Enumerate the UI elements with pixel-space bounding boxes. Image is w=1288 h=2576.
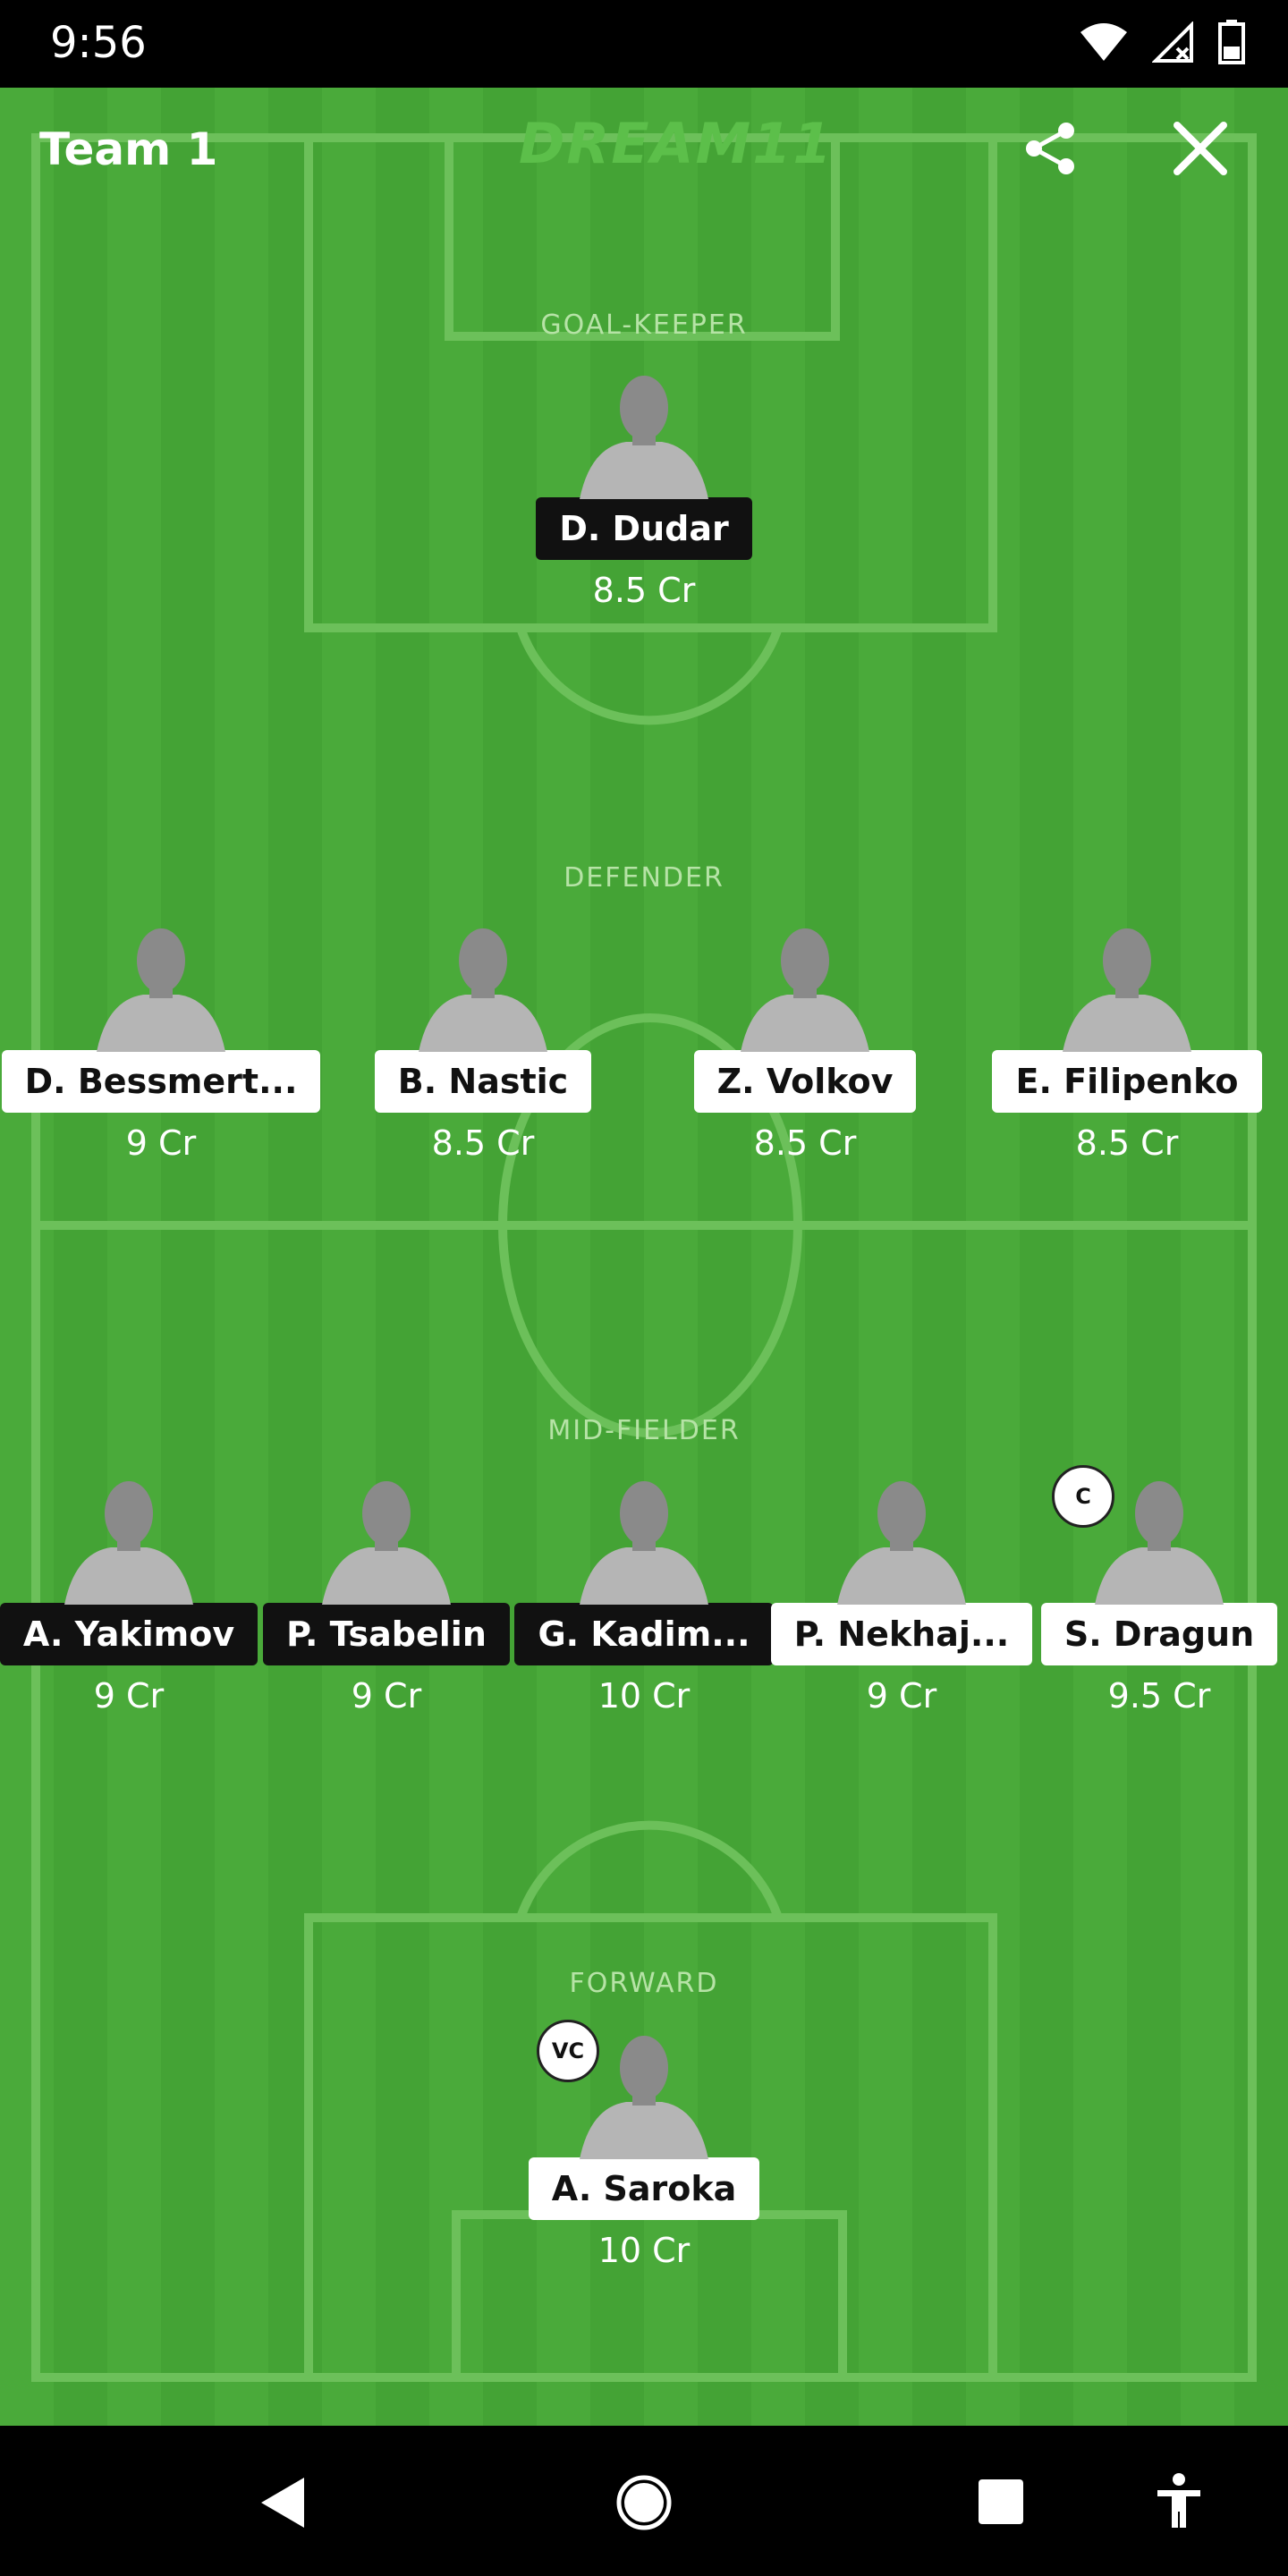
section-defender: DEFENDER: [564, 862, 724, 894]
player-avatar-icon: [837, 1481, 966, 1605]
wifi-icon: [1080, 23, 1127, 61]
player-card[interactable]: D. Bessmert... 9 Cr: [1, 918, 321, 1163]
player-card[interactable]: G. Kadim... 10 Cr: [514, 1470, 774, 1716]
player-credits: 9 Cr: [351, 1676, 422, 1716]
player-credits: 8.5 Cr: [1075, 1123, 1179, 1163]
player-credits: 8.5 Cr: [592, 571, 696, 610]
section-midfielder: MID-FIELDER: [547, 1415, 741, 1446]
player-avatar-icon: [419, 928, 547, 1052]
player-name: S. Dragun: [1040, 1603, 1278, 1665]
status-time: 9:56: [50, 18, 147, 68]
player-avatar-icon: [580, 376, 708, 499]
player-card[interactable]: P. Tsabelin 9 Cr: [263, 1470, 510, 1716]
share-icon[interactable]: [1020, 118, 1080, 179]
no-signal-icon: [1152, 21, 1193, 63]
captain-badge: C: [1052, 1465, 1114, 1528]
player-credits: 9.5 Cr: [1107, 1676, 1211, 1716]
accessibility-icon[interactable]: [1154, 2472, 1204, 2529]
player-avatar-icon: [97, 928, 225, 1052]
player-card[interactable]: Z. Volkov 8.5 Cr: [693, 918, 917, 1163]
home-icon[interactable]: [615, 2474, 673, 2531]
player-avatar-icon: [580, 1481, 708, 1605]
dream11-logo: DREAM11: [519, 111, 834, 176]
player-credits: 8.5 Cr: [753, 1123, 857, 1163]
player-name: A. Saroka: [528, 2157, 760, 2220]
status-bar: 9:56: [0, 0, 1288, 88]
player-card[interactable]: E. Filipenko 8.5 Cr: [992, 918, 1262, 1163]
close-icon[interactable]: [1172, 120, 1229, 177]
battery-icon: [1218, 20, 1245, 64]
player-name: D. Dudar: [536, 497, 752, 560]
player-card[interactable]: B. Nastic 8.5 Cr: [374, 918, 592, 1163]
player-card[interactable]: P. Nekhaj... 9 Cr: [770, 1470, 1033, 1716]
player-name: G. Kadim...: [514, 1603, 774, 1665]
player-avatar-icon: [64, 1481, 193, 1605]
player-credits: 9 Cr: [93, 1676, 165, 1716]
player-credits: 8.5 Cr: [431, 1123, 535, 1163]
section-goalkeeper: GOAL-KEEPER: [540, 309, 748, 341]
player-avatar-icon: [1063, 928, 1191, 1052]
player-name: Z. Volkov: [693, 1050, 917, 1113]
player-card[interactable]: D. Dudar 8.5 Cr: [536, 365, 752, 610]
navigation-bar: [0, 2426, 1288, 2576]
back-icon[interactable]: [259, 2476, 306, 2529]
player-name: D. Bessmert...: [1, 1050, 321, 1113]
player-name: B. Nastic: [374, 1050, 592, 1113]
player-name: E. Filipenko: [992, 1050, 1262, 1113]
player-name: P. Tsabelin: [263, 1603, 510, 1665]
player-credits: 10 Cr: [597, 1676, 691, 1716]
player-name: A. Yakimov: [0, 1603, 258, 1665]
player-avatar-icon: [322, 1481, 451, 1605]
player-card[interactable]: A. Yakimov 9 Cr: [0, 1470, 258, 1716]
vice-captain-badge: VC: [537, 2020, 599, 2082]
player-name: P. Nekhaj...: [770, 1603, 1033, 1665]
player-credits: 10 Cr: [597, 2231, 691, 2270]
player-credits: 9 Cr: [125, 1123, 197, 1163]
player-avatar-icon: [741, 928, 869, 1052]
recents-icon[interactable]: [977, 2478, 1025, 2526]
player-credits: 9 Cr: [866, 1676, 937, 1716]
section-forward: FORWARD: [569, 1968, 719, 1999]
team-title: Team 1: [39, 123, 218, 175]
